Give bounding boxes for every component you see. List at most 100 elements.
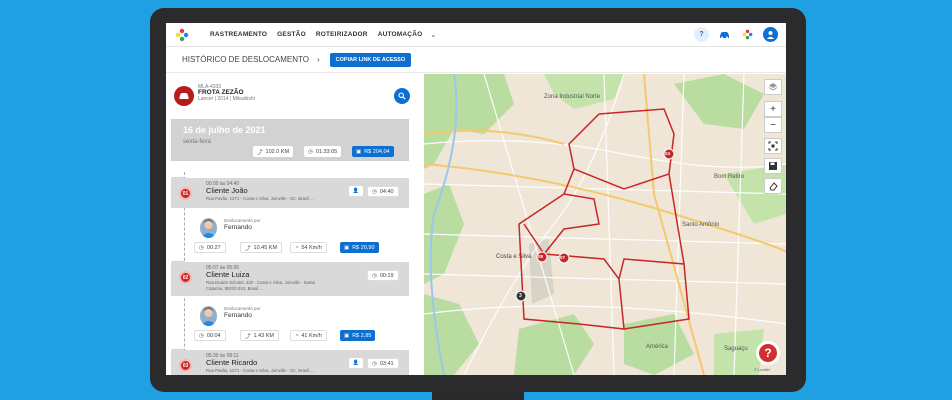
- route-icon: ⤴: [245, 333, 251, 340]
- move-item[interactable]: Deslocamento por Fernando ◷ 00:04 ⤴ 1.43 K…: [188, 300, 409, 344]
- route-icon: ⤴: [245, 245, 251, 252]
- fit-bounds-icon[interactable]: [764, 138, 782, 154]
- app-screen: RASTREAMENTO GESTÃO ROTEIRIZADOR AUTOMAÇ…: [166, 23, 786, 375]
- clock-icon: ◷: [372, 272, 377, 279]
- eraser-icon[interactable]: [764, 178, 782, 194]
- money-icon: ▣: [344, 244, 350, 251]
- stop-duration: ◷ 04:40: [367, 186, 399, 197]
- stop-name: Cliente Ricardo: [206, 358, 258, 367]
- move-speed-value: 41 Km/h: [301, 332, 322, 339]
- map-place-label: Saguaçu: [724, 346, 748, 352]
- money-icon: ▣: [344, 332, 350, 339]
- stop-item[interactable]: 00:00 às 04:40 Cliente João Rua Pavão, 1…: [171, 178, 409, 208]
- vehicle-car-icon: [174, 86, 194, 106]
- history-panel: MLA-4333 FROTA ZEZÃO Lancer | 2014 | Mit…: [166, 74, 424, 375]
- move-distance-value: 10.45 KM: [253, 244, 278, 251]
- speedometer-icon: ◔: [295, 244, 299, 251]
- stop-name: Cliente João: [206, 186, 248, 195]
- move-label: Deslocamento por: [224, 218, 261, 223]
- day-distance-value: 102.0 KM: [265, 148, 290, 155]
- driver-name: Fernando: [224, 312, 252, 319]
- map-place-label: Zona Industrial Norte: [544, 94, 601, 100]
- map-place-label: América: [646, 344, 669, 350]
- clock-icon: ◷: [372, 188, 377, 195]
- nav-item-rastreamento[interactable]: RASTREAMENTO: [210, 31, 267, 38]
- app-logo-icon[interactable]: [166, 23, 198, 47]
- person-icon[interactable]: 👤: [349, 358, 363, 368]
- marker-label[interactable]: 04: [665, 151, 670, 156]
- move-duration: ◷ 00:27: [194, 242, 226, 253]
- stop-duration-value: 04:40: [379, 188, 394, 195]
- help-label: ?: [699, 31, 704, 38]
- stop-name: Cliente Luiza: [206, 270, 250, 279]
- search-button[interactable]: [394, 88, 410, 104]
- map-place-label: Bom Retiro: [714, 174, 745, 180]
- move-speed-value: 54 Km/h: [301, 244, 322, 251]
- day-cost: ▣ R$ 204,04: [352, 146, 394, 157]
- move-distance: ⤴ 1.43 KM: [240, 330, 279, 341]
- marker-label[interactable]: 07: [560, 255, 565, 260]
- stop-address: Rua Duarte Schutel, 330 - Costa e Silva,…: [206, 280, 315, 291]
- vehicle-model: Lancer | 2014 | Mitsubishi: [198, 96, 255, 103]
- move-distance: ⤴ 10.45 KM: [240, 242, 283, 253]
- help-float-button[interactable]: ?: [756, 341, 780, 365]
- layers-icon[interactable]: [764, 79, 782, 95]
- zoom-in-button[interactable]: +: [764, 101, 782, 117]
- route-map[interactable]: 04 08 07 3 Zona Industrial Norte Santo A…: [424, 74, 786, 375]
- marker-label[interactable]: 3: [519, 293, 522, 299]
- stop-duration: ◷ 00:19: [367, 270, 399, 281]
- search-icon: [398, 92, 406, 100]
- monitor-stand: [432, 390, 524, 400]
- save-icon[interactable]: [764, 158, 782, 174]
- money-icon: ▣: [356, 148, 362, 155]
- move-cost-value: R$ 20,90: [352, 244, 375, 251]
- move-label: Deslocamento por: [224, 306, 261, 311]
- move-duration-value: 00:04: [206, 332, 221, 339]
- day-weekday: sexta-feira: [183, 139, 212, 145]
- copy-link-button[interactable]: COPIAR LINK DE ACESSO: [329, 52, 412, 67]
- move-cost: ▣ R$ 2,85: [340, 330, 376, 341]
- clock-icon: ◷: [372, 360, 377, 367]
- clock-icon: ◷: [199, 244, 204, 251]
- move-cost: ▣ R$ 20,90: [340, 242, 379, 253]
- stop-number-badge: 01: [179, 187, 192, 200]
- stop-address: Rua Pavão, 1271 - Costa e Silva, Joinvil…: [206, 196, 314, 201]
- stop-duration-value: 00:19: [379, 272, 394, 279]
- move-speed: ◔ 41 Km/h: [290, 330, 327, 341]
- chevron-down-icon[interactable]: ⌄: [430, 31, 436, 39]
- vehicle-header: MLA-4333 FROTA ZEZÃO Lancer | 2014 | Mit…: [174, 82, 414, 110]
- stop-address: Rua Pavão, 1271 - Costa e Silva, Joinvil…: [206, 368, 314, 373]
- stop-item[interactable]: 05:07 às 05:26 Cliente Luiza Rua Duarte …: [171, 262, 409, 296]
- day-duration: ◷ 01:33:05: [304, 146, 342, 157]
- stop-item[interactable]: 05:30 às 09:11 Cliente Ricardo Rua Pavão…: [171, 350, 409, 375]
- nav-item-automacao[interactable]: AUTOMAÇÃO: [378, 31, 423, 38]
- help-icon[interactable]: ?: [694, 27, 709, 42]
- move-duration-value: 00:27: [206, 244, 221, 251]
- day-distance: ⤴ 102.0 KM: [253, 146, 294, 157]
- nav-item-roteirizador[interactable]: ROTEIRIZADOR: [316, 31, 368, 38]
- move-item[interactable]: Deslocamento por Fernando ◷ 00:27 ⤴ 10.45 …: [188, 212, 409, 256]
- page-subheader: HISTÓRICO DE DESLOCAMENTO › COPIAR LINK …: [166, 47, 786, 73]
- user-avatar-icon[interactable]: [763, 27, 778, 42]
- clock-icon: ◷: [308, 148, 313, 155]
- stop-number-badge: 03: [179, 359, 192, 372]
- map-place-label: Costa e Silva: [496, 254, 532, 260]
- nav-right-actions: ?: [694, 27, 778, 42]
- apps-logo-icon[interactable]: [740, 27, 755, 42]
- move-cost-value: R$ 2,85: [352, 332, 372, 339]
- map-canvas[interactable]: [424, 74, 786, 375]
- day-cost-value: R$ 204,04: [364, 148, 390, 155]
- car-icon[interactable]: [717, 27, 732, 42]
- driver-avatar: [200, 218, 217, 238]
- map-attribution[interactable]: © Leaflet: [754, 367, 770, 372]
- nav-item-gestao[interactable]: GESTÃO: [277, 31, 306, 38]
- driver-name: Fernando: [224, 224, 252, 231]
- clock-icon: ◷: [199, 332, 204, 339]
- stop-duration: ◷ 03:41: [367, 358, 399, 369]
- person-icon[interactable]: 👤: [349, 186, 363, 196]
- zoom-out-button[interactable]: −: [764, 117, 782, 133]
- marker-label[interactable]: 08: [538, 254, 543, 259]
- move-duration: ◷ 00:04: [194, 330, 226, 341]
- stop-number-badge: 02: [179, 271, 192, 284]
- move-distance-value: 1.43 KM: [253, 332, 274, 339]
